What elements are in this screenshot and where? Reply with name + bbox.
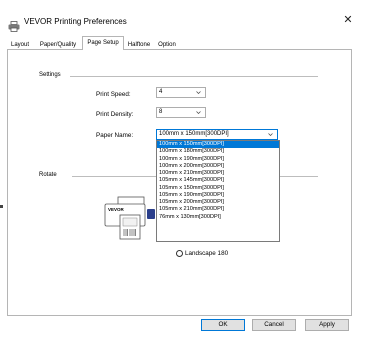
dropdown-option[interactable]: 100mm x 180mm[300DPI] bbox=[157, 148, 279, 155]
dropdown-option[interactable]: 100mm x 200mm[300DPI] bbox=[157, 163, 279, 170]
chevron-down-icon bbox=[196, 111, 201, 114]
preview-brand-label: VEVOR bbox=[108, 207, 124, 212]
cancel-button[interactable]: Cancel bbox=[252, 319, 296, 331]
rotate-group-line-right bbox=[280, 176, 318, 177]
dropdown-option[interactable]: 100mm x 190mm[300DPI] bbox=[157, 156, 279, 163]
dropdown-option[interactable]: 105mm x 210mm[300DPI] bbox=[157, 206, 279, 213]
print-speed-select[interactable]: 4 bbox=[156, 87, 206, 98]
dropdown-option[interactable]: 100mm x 150mm[300DPI] bbox=[157, 141, 279, 149]
paper-name-dropdown-list[interactable]: 100mm x 150mm[300DPI] 100mm x 180mm[300D… bbox=[156, 140, 280, 242]
close-icon[interactable]: ✕ bbox=[341, 13, 355, 27]
paper-name-value: 100mm x 150mm[300DPI] bbox=[159, 131, 229, 137]
printer-icon bbox=[8, 19, 20, 32]
dropdown-option[interactable]: 105mm x 190mm[300DPI] bbox=[157, 192, 279, 199]
window-title: VEVOR Printing Preferences bbox=[24, 17, 127, 26]
orientation-preview: VEVOR bbox=[104, 196, 158, 242]
chevron-down-icon bbox=[268, 133, 273, 136]
print-density-select[interactable]: 8 bbox=[156, 107, 206, 118]
rotate-group-label: Rotate bbox=[37, 172, 59, 178]
ok-button[interactable]: OK bbox=[201, 319, 245, 331]
print-density-value: 8 bbox=[159, 109, 163, 115]
tab-page-setup[interactable]: Page Setup bbox=[82, 36, 124, 50]
landscape-180-label[interactable]: Landscape 180 bbox=[185, 250, 228, 257]
settings-group-line bbox=[70, 76, 318, 77]
rotate-group-line-left bbox=[72, 176, 156, 177]
chevron-down-icon bbox=[196, 91, 201, 94]
dropdown-option[interactable]: 105mm x 145mm[300DPI] bbox=[157, 177, 279, 184]
dropdown-option[interactable]: 105mm x 150mm[300DPI] bbox=[157, 185, 279, 192]
dropdown-option[interactable]: 105mm x 200mm[300DPI] bbox=[157, 199, 279, 206]
paper-name-label: Paper Name: bbox=[96, 132, 134, 139]
dropdown-option[interactable]: 100mm x 210mm[300DPI] bbox=[157, 170, 279, 177]
landscape-180-radio[interactable] bbox=[176, 250, 183, 257]
print-speed-label: Print Speed: bbox=[96, 91, 131, 98]
dropdown-option[interactable]: 76mm x 130mm[300DPI] bbox=[157, 214, 279, 221]
edge-marker bbox=[0, 205, 3, 208]
settings-group-label: Settings bbox=[37, 72, 63, 78]
print-density-label: Print Density: bbox=[96, 111, 134, 118]
print-speed-value: 4 bbox=[159, 89, 163, 95]
apply-button[interactable]: Apply bbox=[305, 319, 349, 331]
paper-name-select[interactable]: 100mm x 150mm[300DPI] bbox=[156, 129, 278, 140]
